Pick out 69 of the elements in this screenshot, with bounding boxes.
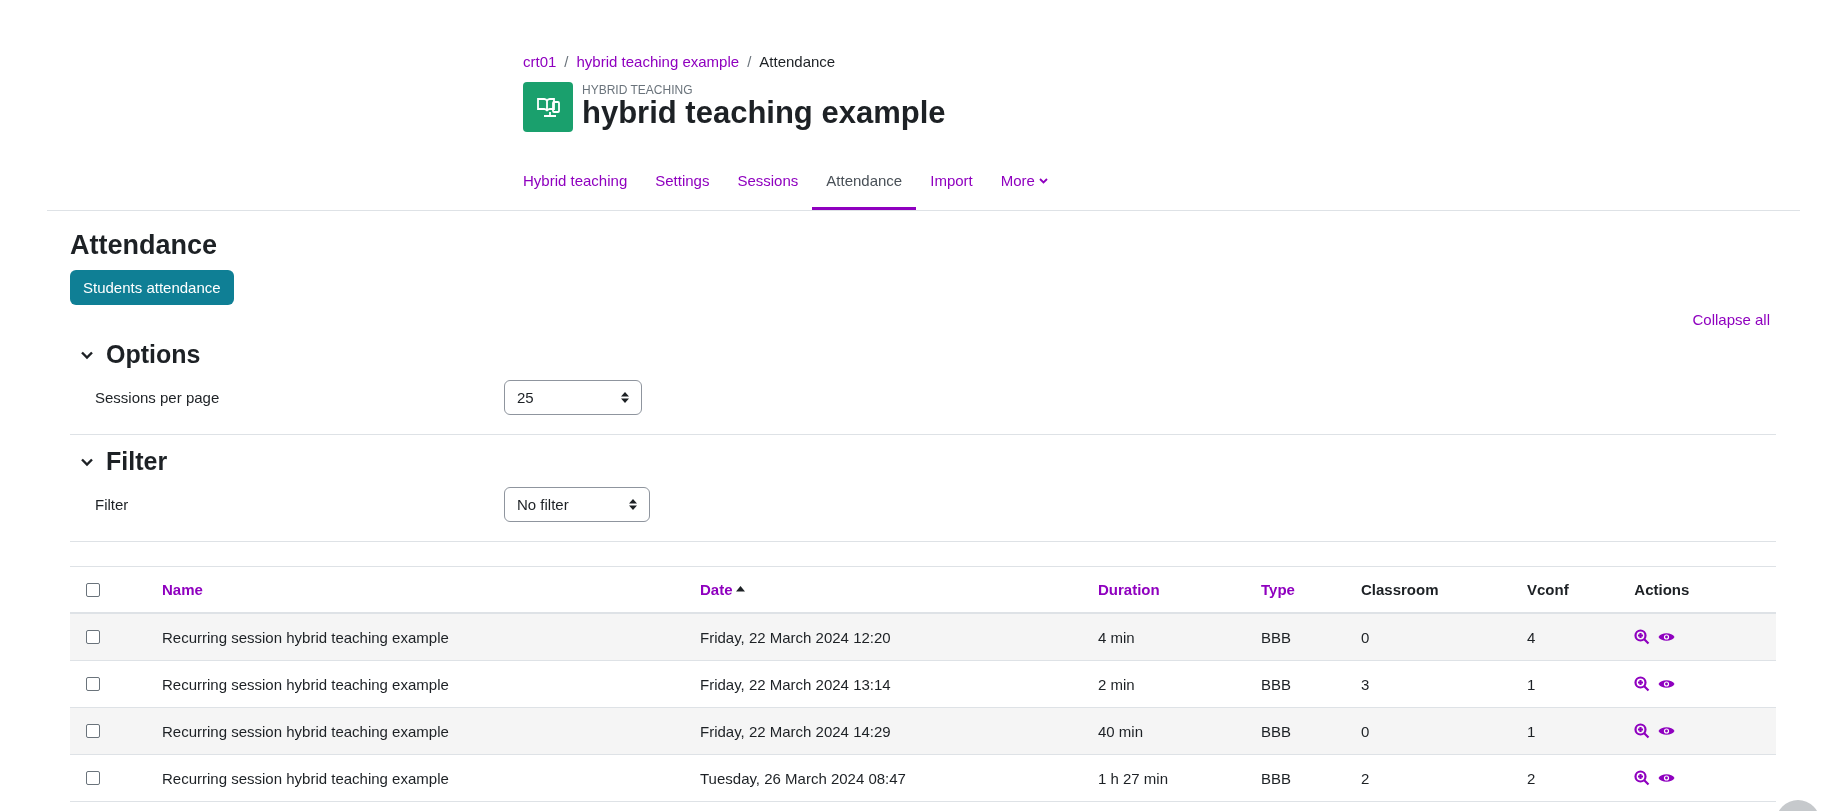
table-cell: 2 xyxy=(1527,769,1536,787)
table-cell: BBB xyxy=(1261,628,1291,646)
eye-icon[interactable] xyxy=(1658,678,1676,690)
table-cell: 4 min xyxy=(1098,628,1135,646)
book-monitor-icon xyxy=(523,82,573,132)
table-cell: 3 xyxy=(1361,675,1370,693)
nav-tab[interactable]: Sessions xyxy=(723,162,813,210)
column-header: Vconf xyxy=(1527,581,1569,598)
nav-tab[interactable]: Settings xyxy=(641,162,724,210)
section-heading[interactable]: Options xyxy=(106,340,201,369)
table-cell: BBB xyxy=(1261,722,1291,740)
table-cell: 4 xyxy=(1527,628,1536,646)
checkbox[interactable] xyxy=(86,724,100,738)
table-cell: 0 xyxy=(1361,628,1370,646)
table-cell: Tuesday, 26 March 2024 08:47 xyxy=(700,769,906,787)
checkbox[interactable] xyxy=(86,677,100,691)
zoom-in-icon[interactable] xyxy=(1634,723,1651,739)
table-cell: Friday, 22 March 2024 13:14 xyxy=(700,675,891,693)
eye-icon[interactable] xyxy=(1658,631,1676,643)
students-attendance-button[interactable]: Students attendance xyxy=(70,270,234,305)
field-label: Sessions per page xyxy=(94,389,221,406)
breadcrumb-separator: / xyxy=(564,53,569,70)
zoom-in-icon[interactable] xyxy=(1634,770,1651,786)
table-cell: 2 min xyxy=(1098,675,1135,693)
zoom-in-icon[interactable] xyxy=(1634,629,1651,645)
eye-icon[interactable] xyxy=(1658,772,1676,784)
eye-icon[interactable] xyxy=(1658,725,1676,737)
table-cell: 1 xyxy=(1527,722,1536,740)
up-down-arrows-icon xyxy=(629,499,637,510)
table-cell: Friday, 22 March 2024 14:29 xyxy=(700,722,891,740)
breadcrumb-separator: / xyxy=(747,53,752,70)
breadcrumb-current: Attendance xyxy=(759,53,836,70)
table-cell: Recurring session hybrid teaching example xyxy=(162,769,449,787)
table-cell: BBB xyxy=(1261,675,1291,693)
module-type-label: HYBRID TEACHING xyxy=(582,83,694,97)
table-cell: Recurring session hybrid teaching example xyxy=(162,675,449,693)
section-heading[interactable]: Filter xyxy=(106,447,168,476)
nav-tab[interactable]: Hybrid teaching xyxy=(509,162,642,210)
field-label: Filter xyxy=(94,496,130,513)
caret-icon[interactable] xyxy=(1038,177,1048,184)
table-cell: Friday, 22 March 2024 12:20 xyxy=(700,628,891,646)
table-cell: 2 xyxy=(1361,769,1370,787)
zoom-in-icon[interactable] xyxy=(1634,676,1651,692)
column-header[interactable]: Name xyxy=(162,581,203,598)
column-header: Actions xyxy=(1634,581,1690,598)
breadcrumb-link[interactable]: crt01 xyxy=(523,53,557,70)
table-cell: Recurring session hybrid teaching example xyxy=(162,628,449,646)
table-cell: 1 h 27 min xyxy=(1098,769,1169,787)
table-cell: 40 min xyxy=(1098,722,1144,740)
nav-tab[interactable]: More xyxy=(986,162,1062,210)
checkbox[interactable] xyxy=(86,582,100,597)
table-cell: 1 xyxy=(1527,675,1536,693)
table-cell: Recurring session hybrid teaching example xyxy=(162,722,449,740)
column-header[interactable]: Date xyxy=(700,581,733,598)
table-cell: BBB xyxy=(1261,769,1291,787)
column-header: Classroom xyxy=(1361,581,1439,598)
column-header[interactable]: Duration xyxy=(1098,581,1160,598)
checkbox[interactable] xyxy=(86,771,100,785)
nav-tab[interactable]: Import xyxy=(916,162,987,210)
page-title: Attendance xyxy=(70,230,219,261)
select-field[interactable]: No filter xyxy=(504,487,650,522)
up-down-arrows-icon xyxy=(621,392,629,403)
breadcrumb-link[interactable]: hybrid teaching example xyxy=(576,53,740,70)
select-field[interactable]: 25 xyxy=(504,380,642,415)
course-title: hybrid teaching example xyxy=(582,95,946,131)
checkbox[interactable] xyxy=(86,630,100,644)
column-header[interactable]: Type xyxy=(1261,581,1295,598)
collapse-all-link[interactable]: Collapse all xyxy=(1692,311,1770,328)
table-cell: 0 xyxy=(1361,722,1370,740)
